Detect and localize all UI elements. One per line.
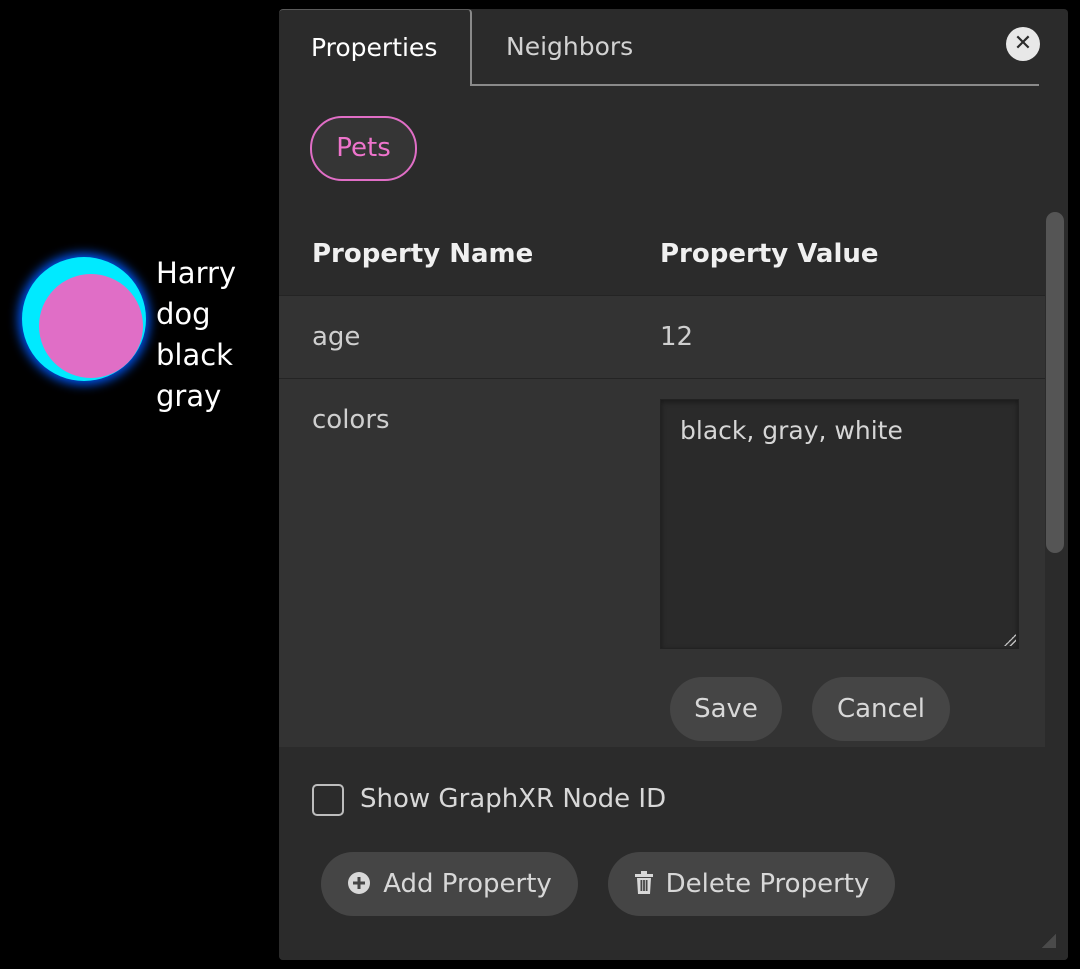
scrollbar-thumb[interactable] xyxy=(1046,212,1064,553)
add-property-button[interactable]: Add Property xyxy=(321,852,578,916)
table-row[interactable]: colors black, gray, white Save Cancel xyxy=(279,378,1045,748)
node-labels: Harry dog black gray xyxy=(156,253,236,417)
graph-node[interactable] xyxy=(22,257,148,395)
property-name-cell: age xyxy=(312,322,361,352)
table-row[interactable]: age 12 xyxy=(279,295,1045,378)
header-property-name: Property Name xyxy=(312,239,534,269)
delete-property-button[interactable]: Delete Property xyxy=(608,852,895,916)
show-node-id-label[interactable]: Show GraphXR Node ID xyxy=(360,784,666,814)
node-label-type: dog xyxy=(156,297,211,331)
tab-properties[interactable]: Properties xyxy=(279,9,472,86)
node-label-color-1: black xyxy=(156,338,233,372)
node-label-name: Harry xyxy=(156,256,237,290)
plus-circle-icon xyxy=(348,871,371,894)
property-table: Property Name Property Value age 12 colo… xyxy=(279,209,1045,748)
property-value-textarea[interactable]: black, gray, white xyxy=(660,399,1019,649)
node-circle[interactable] xyxy=(39,274,143,378)
save-button[interactable]: Save xyxy=(670,677,782,741)
properties-panel: Properties Neighbors ✕ Pets Property Nam… xyxy=(279,9,1068,960)
node-label-color-2: gray xyxy=(156,379,222,413)
show-node-id-checkbox[interactable] xyxy=(312,784,344,816)
trash-icon xyxy=(634,870,653,894)
delete-property-label: Delete Property xyxy=(665,869,870,899)
add-property-label: Add Property xyxy=(383,869,552,899)
panel-tabs: Properties Neighbors xyxy=(279,9,1039,86)
cancel-button[interactable]: Cancel xyxy=(812,677,950,741)
property-value-cell[interactable]: 12 xyxy=(660,322,693,352)
category-tag-pets[interactable]: Pets xyxy=(310,116,417,181)
tab-neighbors[interactable]: Neighbors xyxy=(474,9,665,84)
textarea-value: black, gray, white xyxy=(680,416,903,445)
graph-canvas[interactable]: Harry dog black gray Properties Neighbor… xyxy=(0,0,1080,969)
header-property-value: Property Value xyxy=(660,239,879,269)
textarea-resize-handle[interactable] xyxy=(1004,634,1016,646)
close-icon[interactable]: ✕ xyxy=(1006,27,1040,61)
property-name-cell: colors xyxy=(312,405,390,435)
panel-resize-handle[interactable] xyxy=(1040,932,1056,948)
